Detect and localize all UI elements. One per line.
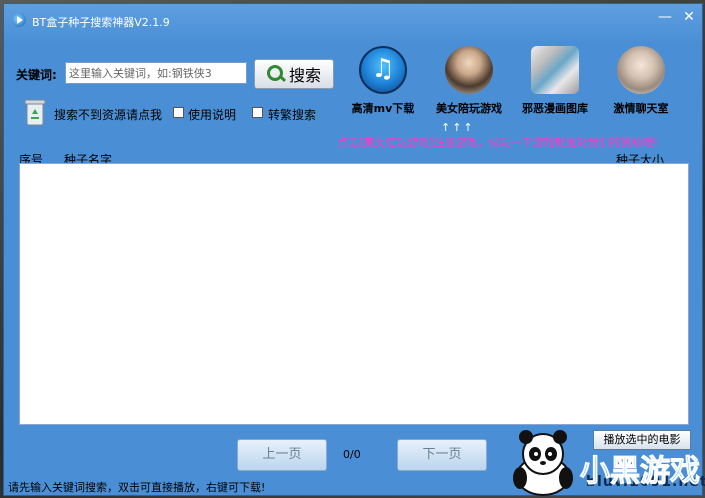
chat-portrait-icon <box>617 46 665 94</box>
watermark-brand: 小黑游戏 <box>580 454 701 490</box>
toolbar-mv-download[interactable]: 高清mv下载 <box>343 46 423 116</box>
redirect-checkbox[interactable] <box>252 107 263 118</box>
promo-text: 点击[美女陪玩游戏]注册游戏，试玩一下游戏就是对我们的赞助哦! <box>337 136 658 149</box>
toolbar-comic-gallery[interactable]: 邪恶漫画图库 <box>515 46 595 116</box>
usage-label: 使用说明 <box>188 108 237 122</box>
toolbar-label: 高清mv下载 <box>351 102 415 115</box>
window-title: BT盒子种子搜索神器V2.1.9 <box>32 16 170 29</box>
results-list[interactable] <box>19 163 689 425</box>
promo-arrows: ↑↑↑ <box>441 121 475 134</box>
toolbar-girl-game[interactable]: 美女陪玩游戏 <box>429 46 509 116</box>
toolbar-chat-room[interactable]: 激情聊天室 <box>601 46 681 116</box>
app-window: BT盒子种子搜索神器V2.1.9 — ✕ 关键词: 搜索 搜索不到资源请点我 使… <box>3 3 705 496</box>
toolbar-label: 邪恶漫画图库 <box>522 102 588 115</box>
not-found-link[interactable]: 搜索不到资源请点我 <box>54 106 162 123</box>
keyword-label: 关键词: <box>16 68 57 82</box>
app-play-icon <box>12 13 26 27</box>
search-button[interactable]: 搜索 <box>254 59 334 89</box>
watermark-logo: 小黑游戏 <box>580 440 702 496</box>
toolbar-label: 激情聊天室 <box>613 102 669 115</box>
panda-mascot-icon <box>513 430 573 496</box>
status-text: 请先输入关键词搜索，双击可直接播放，右键可下载! <box>8 481 266 494</box>
title-bar: BT盒子种子搜索神器V2.1.9 — ✕ <box>4 4 702 34</box>
girl-portrait-icon <box>445 46 493 94</box>
anime-portrait-icon <box>531 46 579 94</box>
minimize-button[interactable]: — <box>654 8 676 26</box>
toolbar-label: 美女陪玩游戏 <box>436 102 502 115</box>
next-page-button[interactable]: 下一页 <box>397 439 487 471</box>
page-indicator: 0/0 <box>343 448 361 461</box>
search-input[interactable] <box>65 62 247 84</box>
prev-page-button[interactable]: 上一页 <box>237 439 327 471</box>
usage-checkbox[interactable] <box>173 107 184 118</box>
search-button-label: 搜索 <box>288 66 321 85</box>
redirect-label: 转繁搜索 <box>268 108 317 122</box>
recycle-bin-icon[interactable] <box>24 97 46 127</box>
music-note-icon <box>359 46 407 94</box>
search-icon <box>266 65 285 83</box>
close-button[interactable]: ✕ <box>678 8 700 26</box>
